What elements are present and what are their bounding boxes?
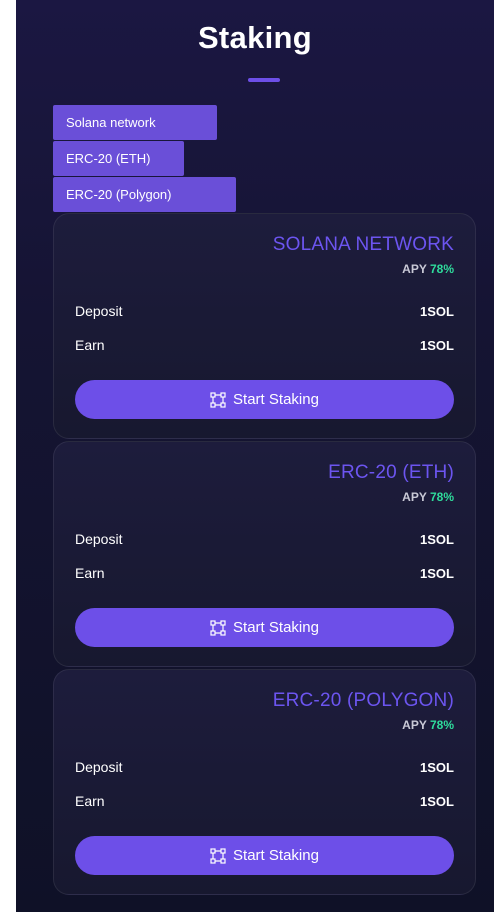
- earn-value: 1SOL: [420, 337, 454, 353]
- staking-page: Staking Solana network ERC-20 (ETH) ERC-…: [16, 0, 494, 912]
- start-staking-label: Start Staking: [233, 619, 319, 636]
- earn-label: Earn: [75, 565, 105, 581]
- deposit-value: 1SOL: [420, 531, 454, 547]
- staking-card-solana: SOLANA NETWORK APY 78% Deposit 1SOL Earn…: [53, 213, 476, 439]
- apy-value: 78%: [429, 718, 454, 732]
- staking-card-erc20-eth: ERC-20 (ETH) APY 78% Deposit 1SOL Earn 1…: [53, 441, 476, 667]
- tab-erc20-polygon[interactable]: ERC-20 (Polygon): [53, 177, 236, 212]
- deposit-row: Deposit 1SOL: [75, 529, 454, 549]
- card-network-title: ERC-20 (POLYGON): [272, 690, 454, 711]
- apy-badge: APY 78%: [402, 718, 454, 732]
- card-network-title: SOLANA NETWORK: [272, 234, 454, 255]
- start-staking-label: Start Staking: [233, 391, 319, 408]
- tab-solana-network[interactable]: Solana network: [53, 105, 217, 140]
- title-underline: [248, 78, 280, 82]
- start-staking-button[interactable]: Start Staking: [75, 608, 454, 647]
- earn-row: Earn 1SOL: [75, 563, 454, 583]
- deposit-value: 1SOL: [420, 303, 454, 319]
- earn-row: Earn 1SOL: [75, 791, 454, 811]
- page-title: Staking: [197, 20, 313, 55]
- deposit-row: Deposit 1SOL: [75, 301, 454, 321]
- deposit-label: Deposit: [75, 759, 123, 775]
- deposit-label: Deposit: [75, 531, 123, 547]
- staking-nodes-icon: [210, 619, 226, 636]
- deposit-value: 1SOL: [420, 759, 454, 775]
- apy-label: APY: [402, 490, 427, 504]
- earn-label: Earn: [75, 793, 105, 809]
- apy-value: 78%: [429, 490, 454, 504]
- staking-nodes-icon: [210, 847, 226, 864]
- card-network-title: ERC-20 (ETH): [328, 462, 454, 483]
- apy-label: APY: [402, 718, 427, 732]
- start-staking-label: Start Staking: [233, 847, 319, 864]
- apy-label: APY: [402, 262, 427, 276]
- earn-value: 1SOL: [420, 565, 454, 581]
- start-staking-button[interactable]: Start Staking: [75, 380, 454, 419]
- apy-value: 78%: [429, 262, 454, 276]
- start-staking-button[interactable]: Start Staking: [75, 836, 454, 875]
- tab-erc20-eth[interactable]: ERC-20 (ETH): [53, 141, 184, 176]
- apy-badge: APY 78%: [402, 262, 454, 276]
- deposit-label: Deposit: [75, 303, 123, 319]
- deposit-row: Deposit 1SOL: [75, 757, 454, 777]
- earn-value: 1SOL: [420, 793, 454, 809]
- earn-row: Earn 1SOL: [75, 335, 454, 355]
- staking-nodes-icon: [210, 391, 226, 408]
- staking-card-erc20-polygon: ERC-20 (POLYGON) APY 78% Deposit 1SOL Ea…: [53, 669, 476, 895]
- earn-label: Earn: [75, 337, 105, 353]
- apy-badge: APY 78%: [402, 490, 454, 504]
